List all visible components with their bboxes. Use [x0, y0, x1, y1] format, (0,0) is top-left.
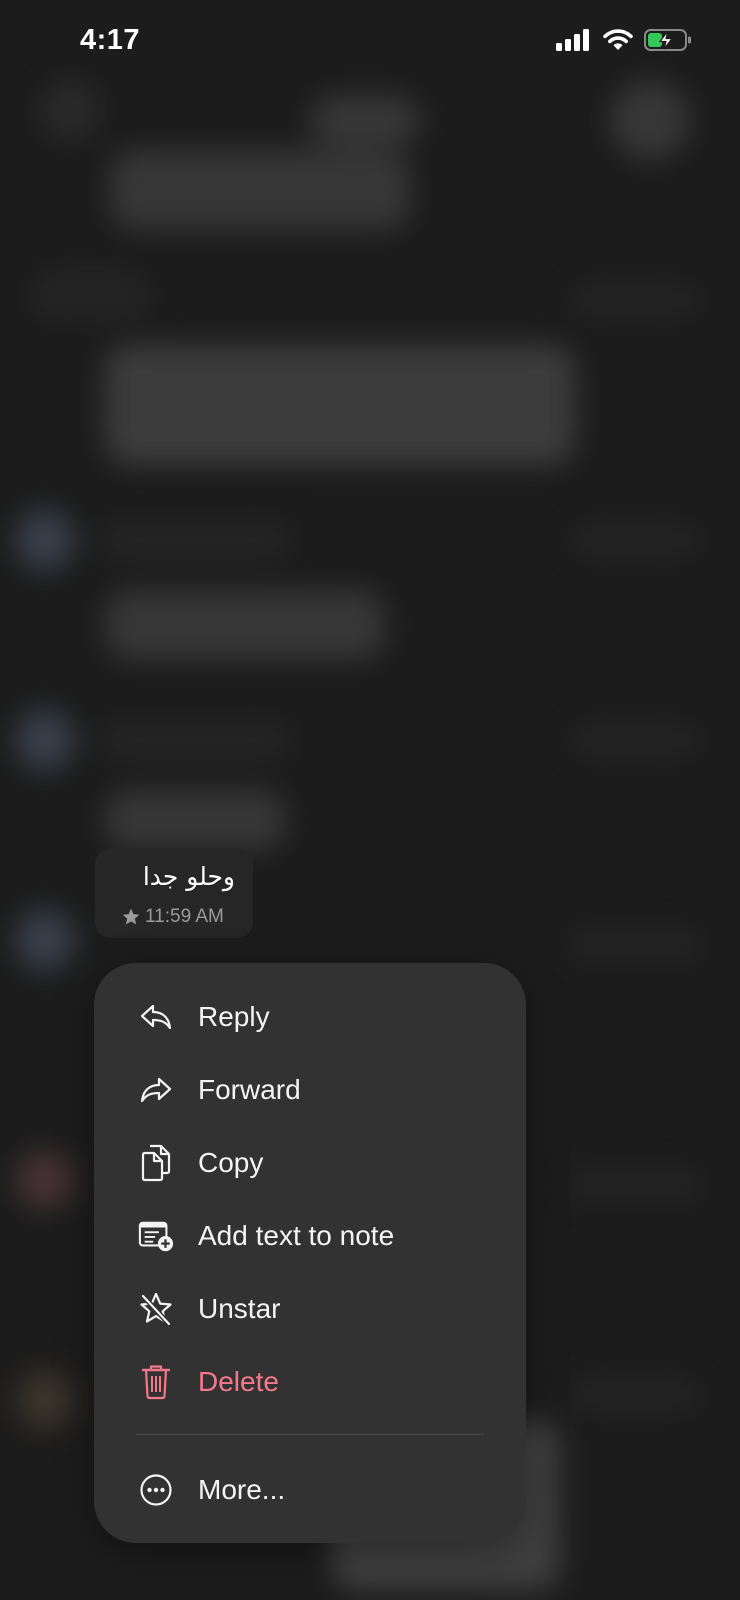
menu-item-more[interactable]: More...	[94, 1453, 526, 1526]
add-note-icon	[138, 1218, 174, 1254]
more-icon	[138, 1472, 174, 1508]
menu-item-reply[interactable]: Reply	[94, 980, 526, 1053]
message-time: 11:59 AM	[145, 906, 224, 927]
reply-icon	[138, 999, 174, 1035]
menu-item-delete[interactable]: Delete	[94, 1345, 526, 1418]
menu-label-forward: Forward	[198, 1073, 301, 1105]
cellular-signal-icon	[556, 29, 589, 51]
menu-label-unstar: Unstar	[198, 1292, 281, 1324]
screen: 4:17 وحلو جدا 11:59 AM Reply Forward Cop…	[0, 0, 740, 1600]
forward-icon	[138, 1072, 174, 1108]
menu-label-add-text-to-note: Add text to note	[198, 1219, 395, 1251]
trash-icon	[138, 1364, 174, 1400]
star-icon	[122, 908, 140, 925]
battery-charging-icon	[644, 29, 691, 51]
menu-label-more: More...	[198, 1473, 286, 1505]
menu-item-add-text-to-note[interactable]: Add text to note	[94, 1199, 526, 1272]
unstar-icon	[138, 1291, 174, 1327]
wifi-icon	[603, 29, 633, 50]
status-time: 4:17	[80, 24, 141, 56]
menu-divider	[136, 1434, 484, 1435]
message-bubble[interactable]: وحلو جدا 11:59 AM	[95, 848, 253, 938]
status-bar: 4:17	[0, 0, 740, 84]
menu-item-unstar[interactable]: Unstar	[94, 1272, 526, 1345]
message-text: وحلو جدا	[142, 862, 235, 891]
menu-label-delete: Delete	[198, 1365, 279, 1397]
status-icons	[556, 28, 692, 52]
message-meta: 11:59 AM	[121, 906, 224, 928]
context-menu: Reply Forward Copy Add text to note Unst…	[94, 963, 526, 1543]
menu-item-copy[interactable]: Copy	[94, 1126, 526, 1199]
menu-item-forward[interactable]: Forward	[94, 1053, 526, 1126]
menu-label-copy: Copy	[198, 1146, 264, 1178]
menu-label-reply: Reply	[198, 1000, 270, 1032]
copy-icon	[138, 1144, 174, 1181]
